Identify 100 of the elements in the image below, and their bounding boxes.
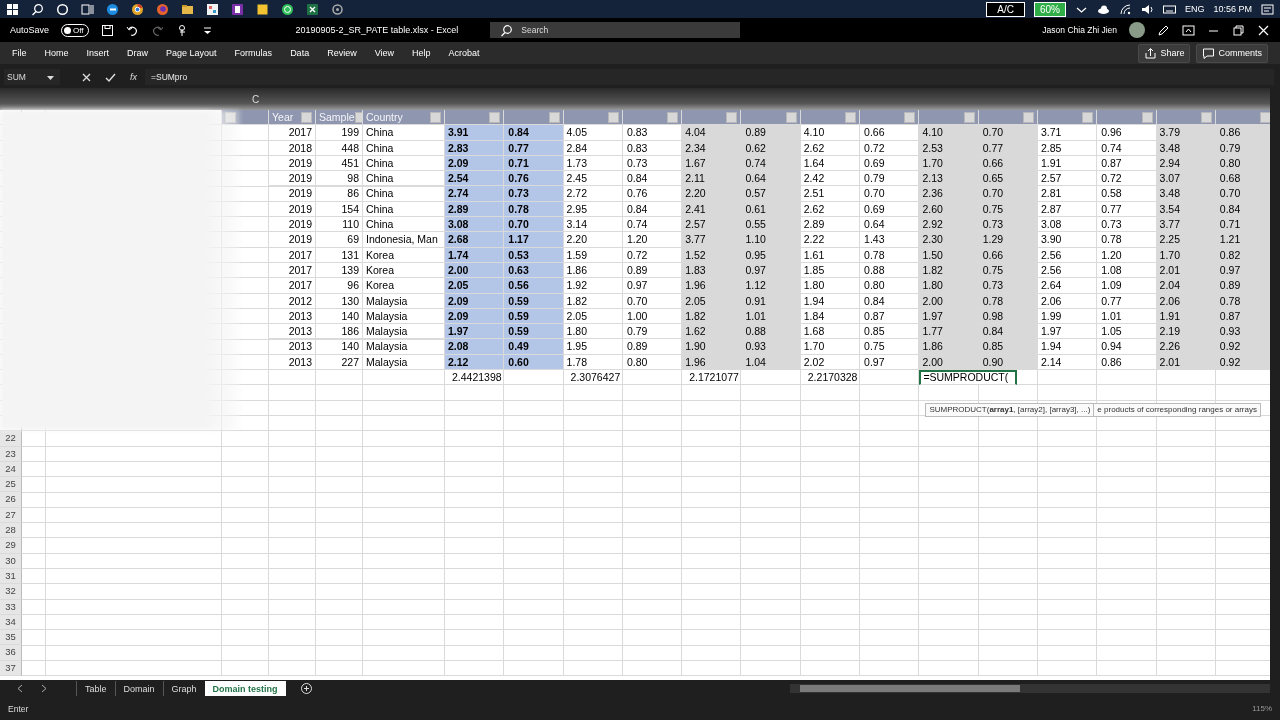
sheet-tab[interactable]: Domain testing [204,681,286,696]
app-icon[interactable] [206,2,219,16]
table-cell: 2013 [269,324,316,340]
avatar[interactable] [1129,22,1145,38]
pen-icon[interactable] [1157,23,1170,37]
zoom-level[interactable]: 115% [1252,704,1272,713]
comments-button[interactable]: Comments [1196,43,1268,63]
autosave-label: AutoSave [10,25,50,35]
row-number[interactable]: 36 [0,645,22,661]
row-number[interactable]: 22 [0,431,22,447]
table-cell[interactable]: 2.2170328 [800,370,861,386]
table-cell: 1.96 [682,278,742,294]
scroll-thumb[interactable] [800,685,1020,692]
search-icon[interactable] [31,2,44,16]
table-cell: 2.20 [682,186,742,202]
ribbon-tab[interactable]: Review [318,48,366,58]
table-cell: 2.57 [1037,171,1098,187]
table-cell: 0.93 [741,339,801,355]
sheet-tab[interactable]: Graph [162,681,205,696]
row-number[interactable]: 28 [0,523,22,539]
insert-function-button[interactable]: fx [122,72,145,82]
save-icon[interactable] [100,23,114,37]
row-number[interactable]: 25 [0,477,22,493]
table-cell: 1.90 [682,339,742,355]
active-cell[interactable]: =SUMPRODUCT( [919,370,1018,386]
column-header: Year [272,110,294,125]
ribbon-tab[interactable]: Data [281,48,319,58]
share-icon [1144,46,1158,60]
row-number[interactable]: 35 [0,630,22,646]
table-cell: 139 [316,262,363,279]
table-cell: 4.05 [563,125,623,141]
name-box[interactable]: SUM [4,69,60,85]
folder-icon[interactable] [181,2,194,16]
table-cell: 0.84 [622,171,683,187]
table-cell: 2.42 [800,171,861,187]
spreadsheet-icon[interactable] [306,2,319,16]
table-cell: 0.79 [622,324,683,340]
row-number[interactable]: 32 [0,584,22,600]
start-icon[interactable] [6,2,19,16]
table-cell: 448 [316,140,363,156]
table-cell: 1.94 [1037,339,1098,355]
sheet-tab[interactable]: Table [76,681,115,696]
status-mode: Enter [8,703,29,714]
ribbon-tab[interactable]: Home [35,48,78,58]
speaker-icon[interactable] [1140,2,1154,16]
restore-icon[interactable] [1232,23,1245,37]
function-description: e products of corresponding ranges or arrays [1094,402,1261,417]
notebook-icon[interactable] [231,2,244,16]
clock[interactable]: 10:56 PM [1213,4,1252,14]
circle-icon[interactable] [56,2,69,16]
add-sheet-icon[interactable] [299,682,313,695]
ribbon-tab[interactable]: Acrobat [439,48,489,58]
formula-field[interactable]: =SUMpro [145,69,1274,85]
search-field[interactable]: Search [490,22,741,38]
ribbon-tab[interactable]: File [12,48,36,58]
table-cell[interactable]: 2.1721077 [682,370,742,386]
wifi-icon[interactable] [1118,2,1132,16]
ribbon-tab[interactable]: View [365,48,403,58]
table-cell[interactable]: 2.4421398 [445,370,505,386]
undo-icon[interactable] [125,23,139,37]
table-cell: 1.80 [563,324,623,340]
user-name[interactable]: Jason Chia Zhi Jien [1042,25,1117,35]
table-cell: 1.86 [919,339,979,355]
ribbon-tab[interactable]: Formulas [225,48,282,58]
sheet-tab[interactable]: Domain [114,681,163,696]
redo-icon[interactable] [150,23,164,37]
table-cell: 1.77 [919,324,979,340]
comment-icon [1202,46,1216,60]
table-cell[interactable]: 2.3076427 [563,370,623,386]
ribbon-display-icon[interactable] [1182,23,1195,37]
table-cell: 154 [316,201,363,218]
row-number[interactable]: 26 [0,492,22,508]
table-cell: 3.14 [563,217,623,233]
table-cell: 4.10 [919,125,979,141]
task-view-icon[interactable] [81,2,94,16]
table-cell: 2017 [269,125,316,141]
table-cell: 98 [316,171,363,187]
chat-icon[interactable] [281,2,294,16]
notification-icon[interactable] [1261,2,1274,16]
note-icon[interactable] [256,2,269,16]
keyboard-icon[interactable] [1162,2,1176,16]
browser-icon[interactable] [106,2,119,16]
table-cell: 0.85 [978,339,1038,355]
ribbon-tab[interactable]: Insert [77,48,119,58]
ribbon-tab[interactable]: Page Layout [157,48,226,58]
share-button[interactable]: Share [1138,43,1191,63]
table-cell: 0.75 [860,339,920,355]
filter-button[interactable] [1260,111,1272,123]
close-icon[interactable] [1257,23,1270,37]
row-number[interactable]: 29 [0,538,22,554]
browser-icon[interactable] [131,2,144,16]
table-cell: 2.54 [445,171,505,187]
ribbon-tab[interactable]: Help [403,48,440,58]
language-indicator[interactable]: ENG [1184,4,1205,14]
ribbon-tab[interactable]: Draw [118,48,158,58]
table-cell: 2013 [269,339,316,355]
table-cell: 0.55 [741,217,801,233]
column-letter[interactable]: C [250,93,260,105]
power-status[interactable]: A/C [986,1,1025,17]
table-cell: 0.70 [978,125,1038,141]
